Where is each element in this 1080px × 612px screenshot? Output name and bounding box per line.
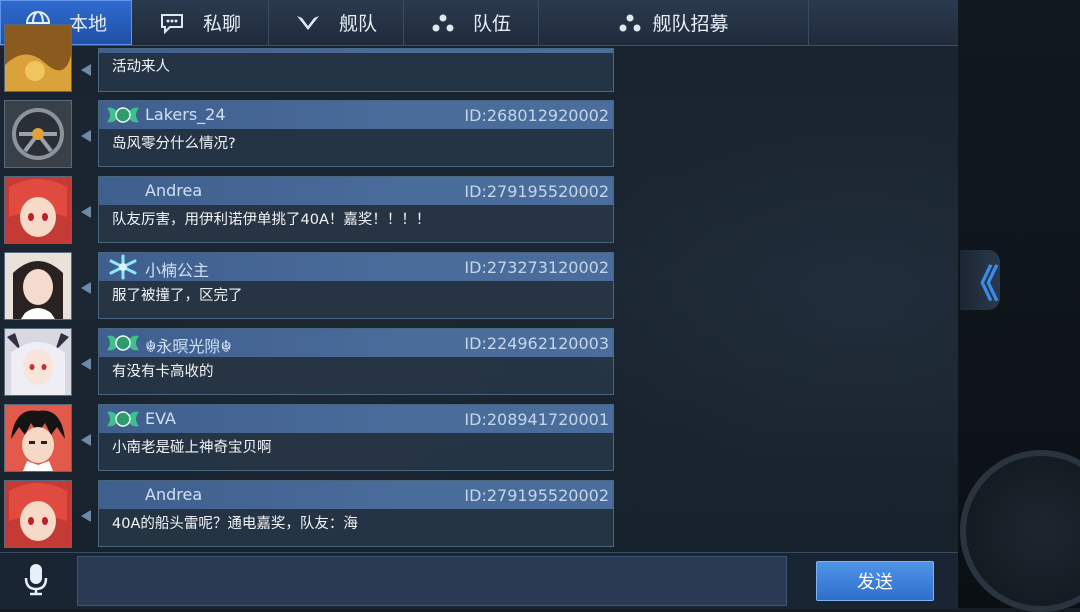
chat-message-list[interactable]: 活动来人 Lakers_24 ID:268012920002 岛风零分什么情况?… <box>0 24 958 552</box>
message-pointer-icon <box>81 282 91 294</box>
message-header: Andrea ID:279195520002 <box>99 481 613 509</box>
chat-message: 活动来人 <box>0 24 620 92</box>
chat-message: Andrea ID:279195520002 40A的船头雷呢？通电嘉奖，队友：… <box>0 480 620 548</box>
user-name[interactable]: Lakers_24 <box>145 105 226 124</box>
message-pointer-icon <box>81 130 91 142</box>
wing-badge-icon <box>105 407 141 431</box>
avatar[interactable] <box>4 404 72 472</box>
message-text: 活动来人 <box>112 59 170 75</box>
avatar[interactable] <box>4 252 72 320</box>
tab-label: 舰队招募 <box>652 13 729 35</box>
message-text: 有没有卡高收的 <box>112 364 214 380</box>
chat-text-input[interactable] <box>77 556 787 606</box>
avatar[interactable] <box>4 100 72 168</box>
message-bubble: ☬永暝光隙☬ ID:224962120003 有没有卡高收的 <box>98 328 614 395</box>
user-name[interactable]: 小楠公主 <box>145 257 209 281</box>
message-text: 小南老是碰上神奇宝贝啊 <box>112 440 272 456</box>
user-id: ID:279195520002 <box>464 486 609 505</box>
user-id: ID:279195520002 <box>464 182 609 201</box>
user-name[interactable]: Andrea <box>145 181 202 200</box>
chat-message: Lakers_24 ID:268012920002 岛风零分什么情况? <box>0 100 620 168</box>
user-id: ID:273273120002 <box>464 258 609 277</box>
chat-message: ☬永暝光隙☬ ID:224962120003 有没有卡高收的 <box>0 328 620 396</box>
double-chevron-left-icon: 《 <box>960 261 999 306</box>
chat-message: Andrea ID:279195520002 队友厉害，用伊利诺伊单挑了40A！… <box>0 176 620 244</box>
message-header: Andrea ID:279195520002 <box>99 177 613 205</box>
voice-input-button[interactable] <box>14 559 58 603</box>
message-text: 服了被撞了，区完了 <box>112 288 243 304</box>
user-name[interactable]: Andrea <box>145 485 202 504</box>
message-pointer-icon <box>81 358 91 370</box>
microphone-icon <box>22 562 50 600</box>
avatar[interactable] <box>4 176 72 244</box>
user-name[interactable]: EVA <box>145 409 176 428</box>
send-button[interactable]: 发送 <box>816 561 934 601</box>
collapse-chat-button[interactable]: 《 <box>960 250 1000 310</box>
wing-badge-icon <box>105 103 141 127</box>
avatar[interactable] <box>4 480 72 548</box>
message-pointer-icon <box>81 206 91 218</box>
message-bubble: 小楠公主 ID:273273120002 服了被撞了，区完了 <box>98 252 614 319</box>
user-id: ID:224962120003 <box>464 334 609 353</box>
message-header: 小楠公主 ID:273273120002 <box>99 253 613 281</box>
message-text: 40A的船头雷呢？通电嘉奖，队友：海 <box>112 516 358 532</box>
message-bubble: 活动来人 <box>98 48 614 92</box>
chat-input-bar: 发送 <box>0 552 958 609</box>
message-header: ☬永暝光隙☬ ID:224962120003 <box>99 329 613 357</box>
chat-message: EVA ID:208941720001 小南老是碰上神奇宝贝啊 <box>0 404 620 472</box>
message-pointer-icon <box>81 510 91 522</box>
message-header <box>99 49 613 53</box>
message-text: 队友厉害，用伊利诺伊单挑了40A！嘉奖！！！！ <box>112 212 431 228</box>
avatar[interactable] <box>4 328 72 396</box>
message-header: EVA ID:208941720001 <box>99 405 613 433</box>
message-bubble: Andrea ID:279195520002 40A的船头雷呢？通电嘉奖，队友：… <box>98 480 614 547</box>
wing-badge-icon <box>105 331 141 355</box>
message-header: Lakers_24 ID:268012920002 <box>99 101 613 129</box>
message-pointer-icon <box>81 64 91 76</box>
user-id: ID:208941720001 <box>464 410 609 429</box>
avatar[interactable] <box>4 24 72 92</box>
message-bubble: Andrea ID:279195520002 队友厉害，用伊利诺伊单挑了40A！… <box>98 176 614 243</box>
message-text: 岛风零分什么情况? <box>112 136 236 152</box>
snowflake-badge-icon <box>105 254 141 280</box>
message-bubble: Lakers_24 ID:268012920002 岛风零分什么情况? <box>98 100 614 167</box>
message-bubble: EVA ID:208941720001 小南老是碰上神奇宝贝啊 <box>98 404 614 471</box>
chat-message: 小楠公主 ID:273273120002 服了被撞了，区完了 <box>0 252 620 320</box>
user-name[interactable]: ☬永暝光隙☬ <box>145 333 232 357</box>
message-pointer-icon <box>81 434 91 446</box>
user-id: ID:268012920002 <box>464 106 609 125</box>
recruit-dots-icon <box>618 13 642 33</box>
